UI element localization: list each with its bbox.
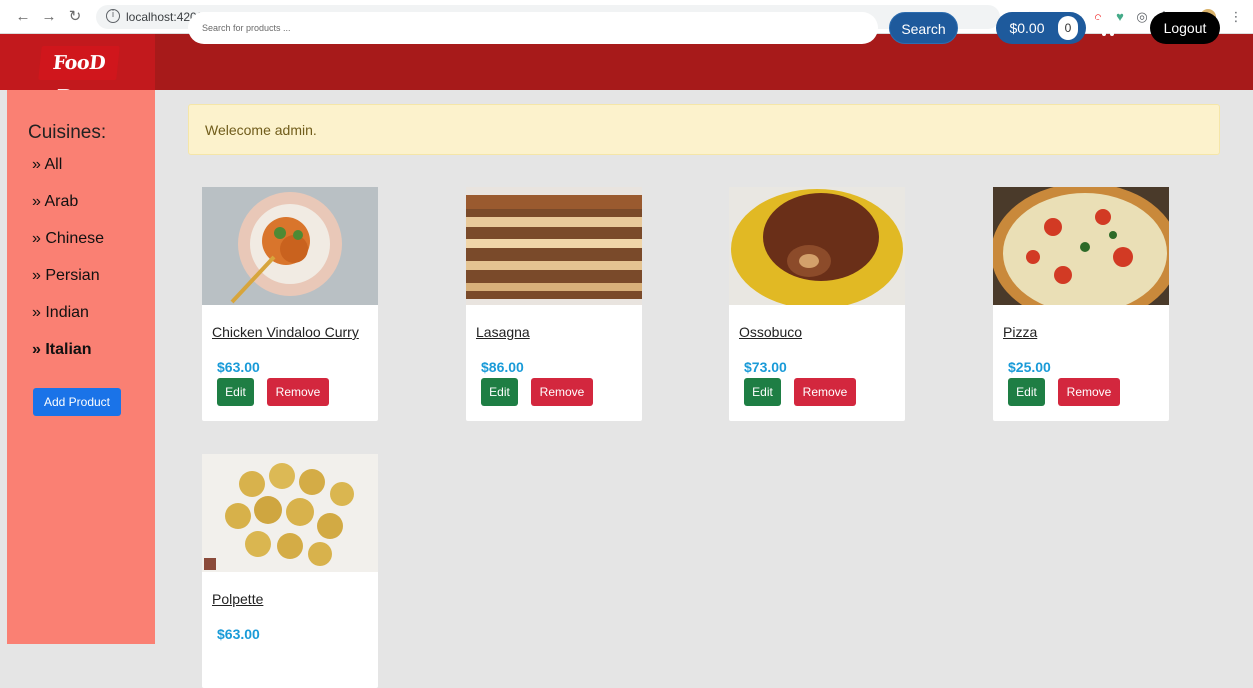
alert-message: Welecome admin.: [205, 122, 317, 138]
product-name-link[interactable]: Pizza: [1003, 324, 1037, 340]
cart-total: $0.00: [1009, 20, 1045, 36]
edit-button[interactable]: Edit: [744, 378, 781, 406]
menu-icon[interactable]: ⋮: [1228, 9, 1244, 25]
product-price: $86.00: [481, 359, 524, 375]
sidebar-item-all[interactable]: » All: [32, 156, 62, 174]
product-price: $63.00: [217, 626, 260, 642]
product-image[interactable]: [202, 187, 378, 305]
sidebar: [7, 90, 155, 644]
sidebar-item-italian[interactable]: » Italian: [32, 341, 92, 359]
remove-button[interactable]: Remove: [794, 378, 856, 406]
product-name-link[interactable]: Lasagna: [476, 324, 530, 340]
remove-button[interactable]: Remove: [267, 378, 329, 406]
product-image[interactable]: [729, 187, 905, 305]
cart-summary[interactable]: $0.00 0: [996, 12, 1086, 44]
sidebar-item-persian[interactable]: » Persian: [32, 267, 100, 285]
logo[interactable]: FooD Box: [38, 46, 120, 108]
sidebar-title: Cuisines:: [28, 122, 107, 143]
product-card: Lasagna $86.00 Edit Remove: [466, 187, 642, 421]
product-price: $63.00: [217, 359, 260, 375]
edit-button[interactable]: Edit: [217, 378, 254, 406]
extension-icon[interactable]: ◎: [1134, 9, 1150, 25]
product-name-link[interactable]: Ossobuco: [739, 324, 802, 340]
welcome-alert: Welecome admin.: [188, 104, 1220, 155]
sidebar-item-arab[interactable]: » Arab: [32, 193, 78, 211]
product-card: Chicken Vindaloo Curry $63.00 Edit Remov…: [202, 187, 378, 421]
sidebar-item-chinese[interactable]: » Chinese: [32, 230, 104, 248]
logo-area: FooD Box: [0, 34, 155, 108]
edit-button[interactable]: Edit: [481, 378, 518, 406]
remove-button[interactable]: Remove: [1058, 378, 1120, 406]
product-card: Ossobuco $73.00 Edit Remove: [729, 187, 905, 421]
cart-count-badge: 0: [1058, 16, 1078, 40]
logout-button[interactable]: Logout: [1150, 12, 1220, 44]
product-name-link[interactable]: Polpette: [212, 591, 263, 607]
edit-button[interactable]: Edit: [1008, 378, 1045, 406]
product-price: $25.00: [1008, 359, 1051, 375]
search-button[interactable]: Search: [889, 12, 958, 44]
product-image[interactable]: [993, 187, 1169, 305]
sidebar-item-indian[interactable]: » Indian: [32, 304, 89, 322]
forward-icon[interactable]: →: [40, 8, 58, 26]
product-card: Pizza $25.00 Edit Remove: [993, 187, 1169, 421]
site-info-icon[interactable]: i: [106, 9, 120, 23]
cart-icon[interactable]: [1095, 16, 1117, 38]
search-input[interactable]: [188, 12, 878, 44]
back-icon[interactable]: ←: [14, 8, 32, 26]
product-image[interactable]: [202, 454, 378, 572]
add-product-button[interactable]: Add Product: [33, 388, 121, 416]
product-card: Polpette $63.00: [202, 454, 378, 688]
product-price: $73.00: [744, 359, 787, 375]
product-name-link[interactable]: Chicken Vindaloo Curry: [212, 324, 359, 340]
reload-icon[interactable]: ↻: [66, 8, 84, 26]
product-image[interactable]: [466, 187, 642, 305]
remove-button[interactable]: Remove: [531, 378, 593, 406]
